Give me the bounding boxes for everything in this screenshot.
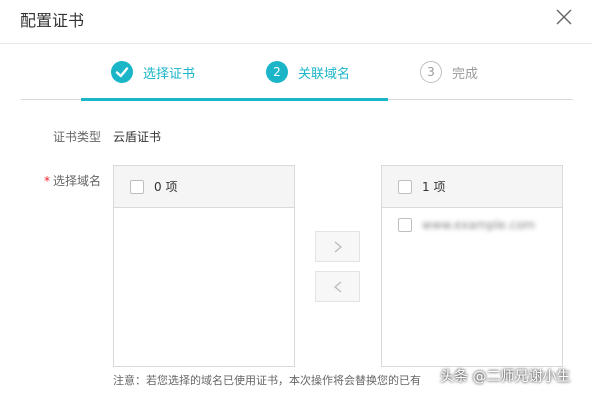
target-panel-header: 1 项 — [382, 166, 562, 208]
dialog-title: 配置证书 — [20, 11, 85, 30]
required-mark: * — [43, 174, 50, 188]
domain-item-text: www.example.com — [422, 218, 536, 232]
step-3-label: 完成 — [452, 66, 479, 82]
step-3-number: 3 — [420, 61, 442, 83]
watermark: 头条 @二师兄谢小生 — [440, 369, 571, 385]
transfer-target-panel: 1 项 www.example.com — [381, 165, 563, 367]
step-complete[interactable]: 3 完成 — [420, 60, 478, 84]
chevron-left-icon — [333, 281, 341, 292]
item-checkbox[interactable] — [398, 218, 412, 232]
step-1-label: 选择证书 — [143, 66, 196, 82]
move-right-button[interactable] — [315, 231, 360, 262]
step-select-cert[interactable]: 选择证书 — [111, 60, 195, 84]
source-count: 0 项 — [154, 180, 178, 194]
cert-type-value: 云盾证书 — [113, 130, 162, 144]
chevron-right-icon — [334, 241, 342, 252]
domain-field-label: * 选择域名 — [11, 172, 101, 189]
close-icon — [556, 9, 572, 25]
step-link-domain[interactable]: 2 关联域名 — [266, 60, 350, 84]
cert-type-label: 证书类型 — [52, 130, 101, 144]
source-panel-header: 0 项 — [114, 166, 294, 208]
list-item[interactable]: www.example.com — [382, 208, 562, 242]
target-list: www.example.com — [382, 208, 562, 242]
step-2-label: 关联域名 — [298, 66, 351, 82]
target-count: 1 项 — [422, 180, 446, 194]
move-left-button[interactable] — [315, 271, 360, 302]
step-2-number: 2 — [266, 61, 288, 83]
source-select-all-checkbox[interactable] — [130, 179, 144, 194]
step-1-indicator — [111, 61, 133, 83]
domain-label-text: 选择域名 — [52, 174, 101, 188]
close-button[interactable] — [553, 6, 575, 28]
check-icon — [115, 67, 129, 78]
replace-warning-note: 注意：若您选择的域名已使用证书，本次操作将会替换您的已有 — [113, 374, 421, 387]
target-select-all-checkbox[interactable] — [398, 179, 412, 194]
steps-progress — [81, 98, 388, 101]
transfer-source-panel: 0 项 — [113, 165, 295, 367]
header-divider — [0, 43, 592, 44]
